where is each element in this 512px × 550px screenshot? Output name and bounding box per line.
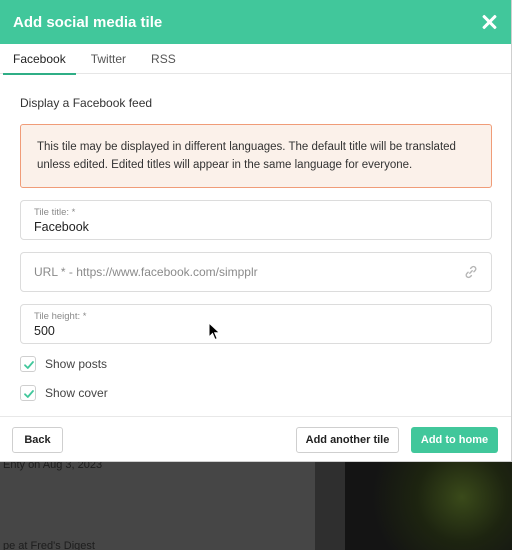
tile-height-label: Tile height: * <box>34 311 87 322</box>
modal-header: Add social media tile <box>0 0 511 44</box>
tab-rss[interactable]: RSS <box>141 44 186 74</box>
tile-title-input[interactable]: Facebook <box>34 220 89 234</box>
add-to-home-button[interactable]: Add to home <box>411 427 498 453</box>
url-field[interactable]: URL * - https://www.facebook.com/simpplr <box>20 252 492 292</box>
close-icon[interactable] <box>479 12 499 32</box>
url-input[interactable]: URL * - https://www.facebook.com/simpplr <box>34 265 258 279</box>
show-cover-checkbox[interactable] <box>20 385 36 401</box>
modal-title: Add social media tile <box>13 13 163 31</box>
show-posts-label: Show posts <box>45 357 108 371</box>
add-social-media-tile-modal: Add social media tile Facebook Twitter R… <box>0 0 512 462</box>
mouse-cursor-icon <box>208 322 221 341</box>
background-text-title: pe at Fred's Digest <box>3 540 95 550</box>
tile-title-label: Tile title: * <box>34 207 76 218</box>
background-image <box>345 462 512 550</box>
check-icon <box>24 390 34 398</box>
link-icon <box>463 264 479 280</box>
tab-facebook[interactable]: Facebook <box>3 44 76 75</box>
modal-footer: Back Add another tile Add to home <box>0 416 511 462</box>
background-panel-left <box>0 462 315 550</box>
show-posts-row: Show posts <box>20 355 491 373</box>
language-warning-alert: This tile may be displayed in different … <box>20 124 492 188</box>
back-button[interactable]: Back <box>12 427 63 453</box>
tile-height-input[interactable]: 500 <box>34 324 55 338</box>
show-posts-checkbox[interactable] <box>20 356 36 372</box>
show-cover-row: Show cover <box>20 384 491 402</box>
section-label: Display a Facebook feed <box>20 96 153 110</box>
modal-body: Display a Facebook feed This tile may be… <box>0 96 511 402</box>
tab-bar: Facebook Twitter RSS <box>0 44 511 75</box>
show-cover-label: Show cover <box>45 386 108 400</box>
tile-title-field[interactable]: Tile title: * Facebook <box>20 200 492 240</box>
tile-height-field[interactable]: Tile height: * 500 <box>20 304 492 344</box>
check-icon <box>24 361 34 369</box>
background-divider <box>315 462 345 550</box>
tab-twitter[interactable]: Twitter <box>81 44 136 74</box>
add-another-tile-button[interactable]: Add another tile <box>296 427 399 453</box>
